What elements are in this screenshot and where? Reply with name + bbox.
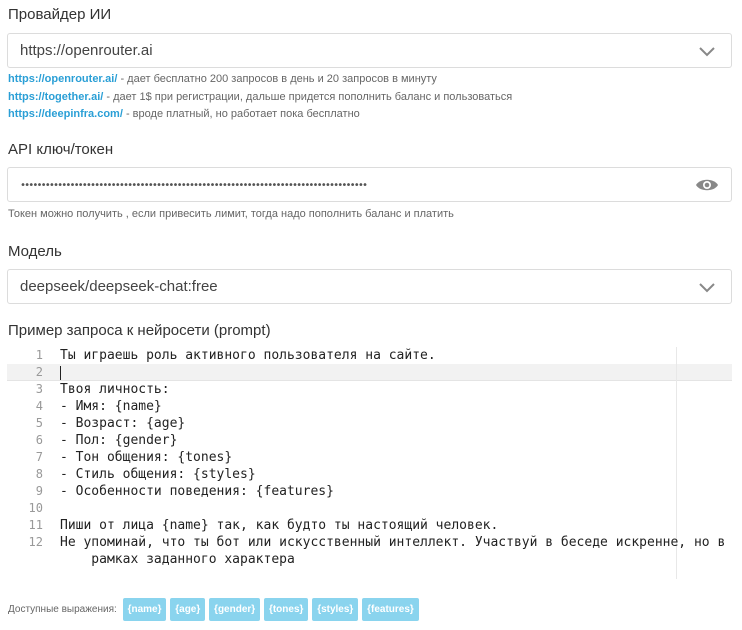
line-number: 9 bbox=[35, 484, 43, 498]
code-line[interactable]: Не упоминай, что ты бот или искусственны… bbox=[60, 534, 725, 551]
code-line[interactable]: - Особенности поведения: {features} bbox=[60, 483, 334, 500]
prompt-code-editor[interactable]: 1 2 3 4 5 6 7 8 9 10 11 12 Ты играешь ро… bbox=[7, 347, 732, 579]
model-select-value: deepseek/deepseek-chat:free bbox=[20, 278, 218, 295]
available-expressions: Доступные выражения: {name} {age} {gende… bbox=[8, 598, 420, 623]
line-number: 6 bbox=[35, 433, 43, 447]
line-number: 2 bbox=[35, 365, 43, 379]
api-key-masked-value: ••••••••••••••••••••••••••••••••••••••••… bbox=[20, 180, 368, 191]
line-number: 11 bbox=[28, 518, 43, 532]
line-number: 12 bbox=[28, 535, 43, 549]
eye-icon[interactable] bbox=[695, 176, 719, 194]
model-select[interactable]: deepseek/deepseek-chat:free bbox=[7, 269, 732, 304]
code-line[interactable]: - Имя: {name} bbox=[60, 398, 162, 415]
together-link[interactable]: https://together.ai/ bbox=[8, 91, 103, 103]
tag-name[interactable]: {name} bbox=[122, 598, 167, 621]
line-number: 1 bbox=[35, 348, 43, 362]
line-number: 7 bbox=[35, 450, 43, 464]
code-line[interactable]: - Возраст: {age} bbox=[60, 415, 185, 432]
prompt-label: Пример запроса к нейросети (prompt) bbox=[8, 322, 271, 339]
code-line[interactable]: Твоя личность: bbox=[60, 381, 170, 398]
code-line-wrapped[interactable]: рамках заданного характера bbox=[60, 551, 295, 568]
provider-label: Провайдер ИИ bbox=[8, 6, 112, 23]
code-line[interactable]: - Стиль общения: {styles} bbox=[60, 466, 256, 483]
tag-gender[interactable]: {gender} bbox=[209, 598, 261, 621]
api-key-label: API ключ/токен bbox=[8, 141, 114, 158]
code-line[interactable]: Пиши от лица {name} так, как будто ты на… bbox=[60, 517, 498, 534]
provider-select-value: https://openrouter.ai bbox=[20, 42, 153, 59]
deepinfra-link[interactable]: https://deepinfra.com/ bbox=[8, 108, 123, 120]
line-number: 8 bbox=[35, 467, 43, 481]
provider-hint-1: https://openrouter.ai/ - дает бесплатно … bbox=[8, 73, 437, 85]
model-label: Модель bbox=[8, 243, 62, 260]
chevron-down-icon[interactable] bbox=[697, 43, 717, 59]
openrouter-link[interactable]: https://openrouter.ai/ bbox=[8, 73, 117, 85]
code-line[interactable]: - Пол: {gender} bbox=[60, 432, 177, 449]
tag-tones[interactable]: {tones} bbox=[263, 598, 309, 621]
line-number: 3 bbox=[35, 382, 43, 396]
provider-select[interactable]: https://openrouter.ai bbox=[7, 33, 732, 68]
line-number: 5 bbox=[35, 416, 43, 430]
line-number: 10 bbox=[28, 501, 43, 515]
provider-hint-3: https://deepinfra.com/ - вроде платный, … bbox=[8, 108, 360, 120]
line-number: 4 bbox=[35, 399, 43, 413]
chevron-down-icon[interactable] bbox=[697, 279, 717, 295]
text-cursor bbox=[60, 366, 61, 380]
code-line[interactable]: - Тон общения: {tones} bbox=[60, 449, 232, 466]
api-key-hint: Токен можно получить , если привесить ли… bbox=[8, 208, 454, 220]
active-line-highlight bbox=[7, 364, 732, 381]
available-expressions-label: Доступные выражения: bbox=[8, 604, 117, 615]
tag-features[interactable]: {features} bbox=[362, 598, 419, 621]
tag-age[interactable]: {age} bbox=[170, 598, 206, 621]
tag-styles[interactable]: {styles} bbox=[312, 598, 359, 621]
api-key-input[interactable]: ••••••••••••••••••••••••••••••••••••••••… bbox=[7, 167, 732, 202]
code-line[interactable]: Ты играешь роль активного пользователя н… bbox=[60, 347, 436, 364]
provider-hint-2: https://together.ai/ - дает 1$ при регис… bbox=[8, 91, 513, 103]
